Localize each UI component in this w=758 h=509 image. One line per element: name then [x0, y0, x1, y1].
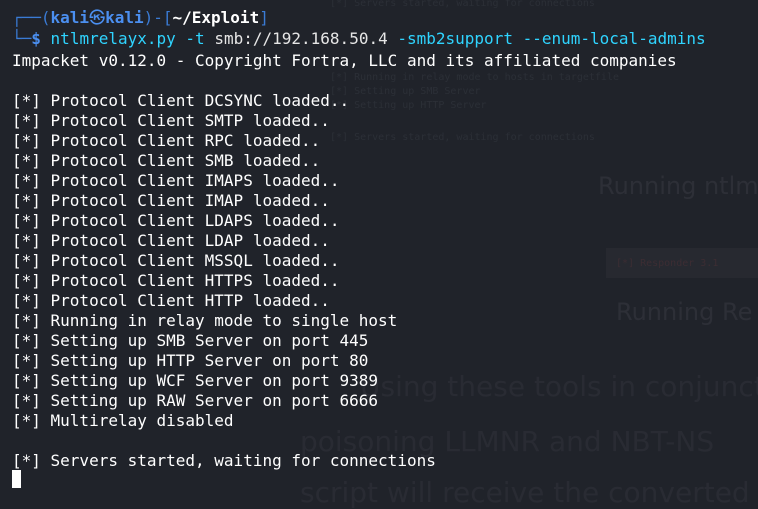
- output-line: [*] Running in relay mode to single host: [12, 311, 398, 330]
- output-line: [*] Protocol Client LDAPS loaded..: [12, 211, 340, 230]
- output-line: [*] Servers started, waiting for connect…: [12, 451, 436, 470]
- output-line: [*] Protocol Client HTTPS loaded..: [12, 271, 340, 290]
- prompt-line: ┌──(kali㉿kali)-[~/Exploit]: [12, 8, 269, 28]
- output-line: [*] Protocol Client MSSQL loaded..: [12, 251, 340, 270]
- command-line[interactable]: └─$ ntlmrelayx.py -t smb://192.168.50.4 …: [12, 29, 706, 49]
- output-line: [*] Setting up SMB Server on port 445: [12, 331, 369, 350]
- prompt-host: kali: [105, 8, 144, 27]
- prompt-bracket: )-[: [143, 8, 173, 27]
- output-line: [*] Protocol Client RPC loaded..: [12, 131, 321, 150]
- output-line: [*] Protocol Client HTTP loaded..: [12, 291, 330, 310]
- prompt-user: kali: [50, 8, 90, 27]
- output-line: [*] Protocol Client IMAPS loaded..: [12, 171, 340, 190]
- command-flag: --enum-local-admins: [522, 29, 706, 48]
- output-line: [*] Setting up RAW Server on port 6666: [12, 391, 379, 410]
- prompt-bracket: ┌──(: [12, 8, 51, 27]
- prompt-directory: ~/Exploit: [172, 8, 260, 27]
- skull-icon: ㉿: [89, 8, 106, 27]
- prompt-bracket: ]: [259, 8, 269, 27]
- output-banner: Impacket v0.12.0 - Copyright Fortra, LLC…: [12, 51, 677, 70]
- prompt-corner: └─: [12, 29, 32, 48]
- output-line: [*] Setting up HTTP Server on port 80: [12, 351, 369, 370]
- command-flag: -t: [185, 29, 205, 48]
- command-target: smb://192.168.50.4: [214, 29, 388, 48]
- terminal-window[interactable]: ┌──(kali㉿kali)-[~/Exploit] └─$ ntlmrelay…: [0, 0, 758, 495]
- command-program: ntlmrelayx.py: [50, 29, 176, 48]
- prompt-symbol: $: [31, 29, 41, 48]
- output-line: [*] Protocol Client IMAP loaded..: [12, 191, 330, 210]
- output-line: [*] Protocol Client DCSYNC loaded..: [12, 91, 350, 110]
- text-cursor: [12, 470, 21, 488]
- output-line: [*] Setting up WCF Server on port 9389: [12, 371, 379, 390]
- output-line: [*] Protocol Client LDAP loaded..: [12, 231, 330, 250]
- output-line: [*] Protocol Client SMTP loaded..: [12, 111, 330, 130]
- output-line: [*] Protocol Client SMB loaded..: [12, 151, 321, 170]
- command-flag: -smb2support: [397, 29, 513, 48]
- output-line: [*] Multirelay disabled: [12, 411, 234, 430]
